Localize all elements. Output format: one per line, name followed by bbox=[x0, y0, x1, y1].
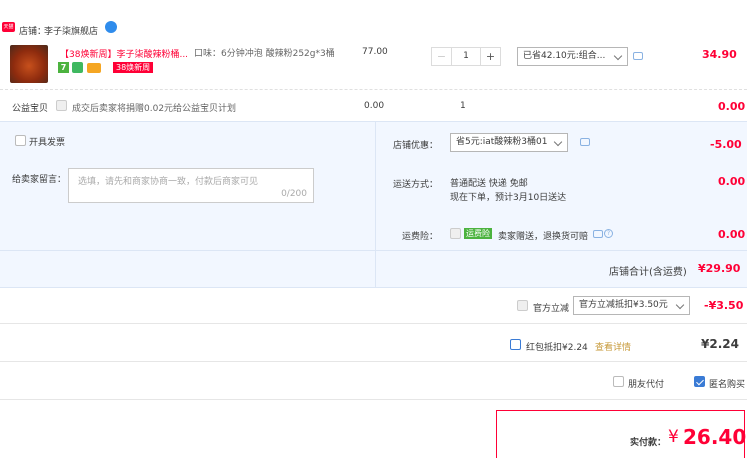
shop-total-label: 店铺合计(含运费) bbox=[609, 267, 687, 278]
charity-qty: 1 bbox=[460, 101, 466, 111]
store-name[interactable]: 李子柒旗舰店 bbox=[44, 24, 98, 37]
charity-price: 0.00 bbox=[364, 101, 385, 111]
comment-icon[interactable] bbox=[593, 230, 603, 238]
message-placeholder: 选填，请先和商家协商一致，付款后商家可见 bbox=[78, 177, 259, 187]
friend-pay-label: 朋友代付 bbox=[628, 380, 665, 390]
shop-discount-amount: -5.00 bbox=[710, 138, 742, 151]
tag-service-icon bbox=[72, 62, 83, 73]
insurance-badge: 运费险 bbox=[464, 228, 492, 239]
help-icon[interactable]: ? bbox=[604, 229, 613, 238]
red-packet-checkbox[interactable] bbox=[510, 339, 521, 350]
item-discount-value: 已省42.10元:组合... bbox=[523, 51, 606, 61]
red-packet-details-link[interactable]: 查看详情 bbox=[595, 340, 631, 353]
insurance-checkbox bbox=[450, 228, 461, 239]
insurance-desc: 卖家赠送，退换货可赔 bbox=[498, 232, 589, 242]
shop-total-row: 店铺合计(含运费) ¥29.90 bbox=[0, 250, 747, 287]
official-discount-checkbox bbox=[517, 300, 528, 311]
wangwang-icon[interactable] bbox=[105, 21, 117, 33]
red-packet-amount: ¥2.24 bbox=[701, 337, 739, 351]
charity-checkbox bbox=[56, 100, 67, 111]
item-spec: 口味：6分钟冲泡 酸辣粉252g*3桶 bbox=[194, 49, 335, 59]
delivery-eta: 现在下单，预计3月10日送达 bbox=[450, 193, 567, 203]
message-label: 给卖家留言： bbox=[12, 175, 67, 185]
item-row: 【38焕新周】李子柒酸辣粉桶... 7 38焕新周 口味：6分钟冲泡 酸辣粉25… bbox=[0, 40, 747, 90]
chevron-down-icon bbox=[613, 51, 623, 61]
qty-input[interactable]: 1 bbox=[452, 48, 480, 65]
tag-card-icon bbox=[87, 63, 101, 73]
message-counter: 0/200 bbox=[281, 189, 307, 199]
payment-currency: ¥ bbox=[668, 427, 679, 447]
tag-7day-icon: 7 bbox=[58, 62, 69, 73]
message-textarea[interactable]: 选填，请先和商家协商一致，付款后商家可见 0/200 bbox=[68, 168, 314, 203]
qty-minus-button[interactable]: − bbox=[432, 48, 452, 65]
shop-total-amount: ¥29.90 bbox=[698, 262, 741, 275]
item-title[interactable]: 【38焕新周】李子柒酸辣粉桶... bbox=[60, 47, 188, 60]
charity-row: 公益宝贝 成交后卖家将捐赠0.02元给公益宝贝计划 0.00 1 0.00 bbox=[0, 90, 747, 120]
official-discount-amount: -¥3.50 bbox=[704, 299, 744, 312]
store-label: 店铺： bbox=[19, 27, 47, 37]
delivery-method: 普通配送 快递 免邮 bbox=[450, 179, 528, 189]
official-discount-label: 官方立减 bbox=[533, 304, 570, 314]
red-packet-label: 红包抵扣¥2.24 bbox=[526, 343, 588, 353]
anonymous-checkbox[interactable] bbox=[694, 376, 705, 387]
qty-stepper: − 1 + bbox=[431, 47, 501, 66]
official-discount-select[interactable]: 官方立减抵扣¥3.50元 bbox=[573, 296, 690, 315]
tmall-icon: 天猫 bbox=[2, 22, 15, 32]
charity-desc: 成交后卖家将捐赠0.02元给公益宝贝计划 bbox=[72, 104, 237, 114]
chevron-down-icon bbox=[553, 137, 563, 147]
item-discount-select[interactable]: 已省42.10元:组合... bbox=[517, 47, 628, 66]
invoice-label: 开具发票 bbox=[29, 138, 66, 148]
anonymous-label: 匿名购买 bbox=[709, 380, 746, 390]
item-total: 34.90 bbox=[702, 48, 737, 61]
payment-summary-box: 实付款： ¥ 26.40 bbox=[496, 410, 747, 458]
delivery-amount: 0.00 bbox=[718, 175, 746, 188]
shop-discount-label: 店铺优惠： bbox=[393, 141, 439, 151]
delivery-label: 运送方式： bbox=[393, 180, 439, 190]
friend-pay-checkbox[interactable] bbox=[613, 376, 624, 387]
official-discount-value: 官方立减抵扣¥3.50元 bbox=[579, 300, 668, 310]
store-header: 天猫 店铺： 李子柒旗舰店 bbox=[0, 18, 747, 40]
comment-icon[interactable] bbox=[633, 52, 643, 60]
charity-label: 公益宝贝 bbox=[12, 104, 49, 114]
item-image[interactable] bbox=[10, 45, 48, 83]
order-options-section: 开具发票 给卖家留言： 选填，请先和商家协商一致，付款后商家可见 0/200 店… bbox=[0, 121, 747, 288]
shop-discount-select[interactable]: 省5元:iat酸辣粉3桶01 bbox=[450, 133, 568, 152]
shop-discount-value: 省5元:iat酸辣粉3桶01 bbox=[456, 137, 548, 147]
chevron-down-icon bbox=[675, 300, 685, 310]
payment-amount: 26.40 bbox=[683, 425, 747, 449]
item-unit-price: 77.00 bbox=[362, 47, 388, 57]
official-discount-row: 官方立减 官方立减抵扣¥3.50元 -¥3.50 bbox=[0, 289, 747, 324]
comment-icon[interactable] bbox=[580, 138, 590, 146]
red-packet-row: 红包抵扣¥2.24 查看详情 ¥2.24 bbox=[0, 325, 747, 362]
tag-promo-badge: 38焕新周 bbox=[113, 62, 154, 73]
charity-total: 0.00 bbox=[718, 100, 746, 113]
payment-options-row: 朋友代付 匿名购买 bbox=[0, 363, 747, 400]
insurance-label: 运费险： bbox=[402, 232, 439, 242]
qty-plus-button[interactable]: + bbox=[480, 48, 500, 65]
payment-label: 实付款： bbox=[630, 438, 667, 448]
invoice-checkbox[interactable] bbox=[15, 135, 26, 146]
insurance-amount: 0.00 bbox=[718, 228, 746, 241]
